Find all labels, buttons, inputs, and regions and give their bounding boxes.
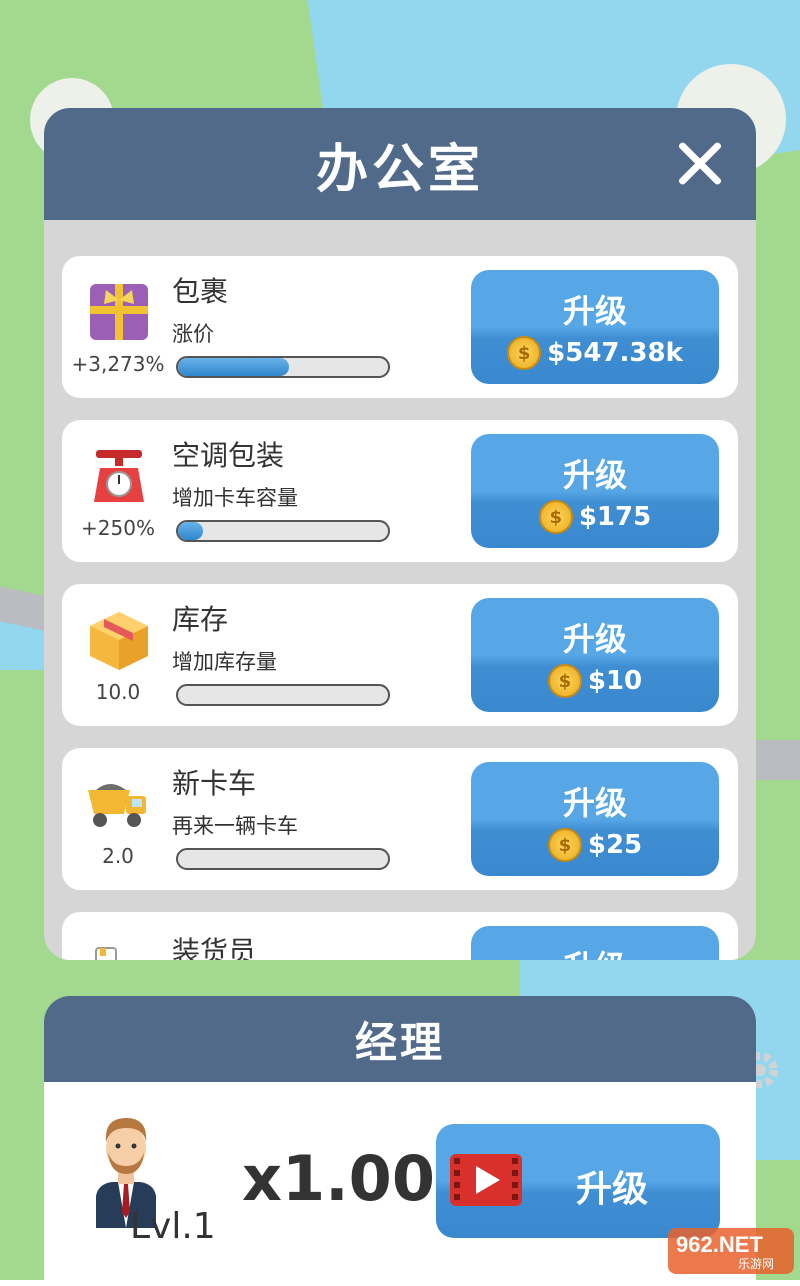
item-subtitle: 再来一辆卡车 [172, 814, 298, 838]
price-value: $25 [587, 830, 643, 860]
item-stat: +250% [81, 516, 155, 540]
item-title: 空调包装 [172, 439, 285, 472]
coin-icon: $ [507, 336, 542, 370]
item-stat: 10.0 [95, 680, 141, 704]
progress-bar [176, 520, 390, 542]
coin-icon: $ [538, 500, 573, 534]
scale-icon [86, 442, 152, 508]
upgrade-button[interactable]: 升级 $ $25 [471, 762, 719, 876]
watermark-text: 962.NET [676, 1232, 763, 1257]
upgrade-button[interactable]: 升级 $ $10 [471, 598, 719, 712]
manager-level: Lvl.1 [130, 1206, 216, 1247]
price: $ $25 [471, 828, 719, 862]
price: $ $547.38k [471, 336, 719, 370]
cardboard-box-icon [86, 606, 152, 672]
loader-icon [86, 942, 152, 960]
manager-panel: 经理 Lvl.1 x1.00 升级 [44, 996, 756, 1286]
office-panel: 办公室 +3,273% 包裹 涨价 升级 $ $547.38k +250% 空调… [44, 108, 756, 960]
upgrade-button[interactable]: 升级 [471, 926, 719, 960]
price-value: $10 [587, 666, 643, 696]
progress-bar [176, 848, 390, 870]
upgrade-card-loader: 装货员 升级 [62, 912, 738, 960]
manager-multiplier: x1.00 [242, 1142, 435, 1215]
gift-box-icon [86, 278, 152, 344]
progress-bar [176, 684, 390, 706]
upgrade-card-truck: 2.0 新卡车 再来一辆卡车 升级 $ $25 [62, 748, 738, 890]
watermark-sub-text: 乐游网 [738, 1257, 774, 1271]
item-title: 库存 [172, 603, 229, 636]
item-stat: +3,273% [71, 352, 165, 376]
watermark-logo: 962.NET 乐游网 [668, 1228, 794, 1274]
watch-ad-upgrade-label: 升级 [576, 1169, 649, 1210]
upgrade-button-label: 升级 [562, 456, 627, 494]
office-header: 办公室 [44, 108, 756, 220]
upgrade-button-label: 升级 [562, 784, 627, 822]
manager-title: 经理 [354, 1017, 445, 1067]
progress-bar [176, 356, 390, 378]
manager-header: 经理 [44, 996, 756, 1082]
watch-ad-upgrade-button[interactable]: 升级 [436, 1124, 720, 1238]
item-subtitle: 涨价 [172, 322, 214, 346]
upgrade-list[interactable]: +3,273% 包裹 涨价 升级 $ $547.38k +250% 空调包装 增… [62, 256, 738, 960]
progress-fill [178, 522, 204, 540]
upgrade-button-label: 升级 [471, 942, 719, 960]
price-value: $547.38k [547, 338, 683, 368]
close-icon[interactable] [674, 138, 726, 190]
office-title: 办公室 [315, 139, 484, 200]
item-stat: 2.0 [102, 844, 134, 868]
item-title: 装货员 [172, 935, 257, 960]
price: $ $10 [471, 664, 719, 698]
upgrade-card-packing: +250% 空调包装 增加卡车容量 升级 $ $175 [62, 420, 738, 562]
upgrade-button-label: 升级 [562, 292, 627, 330]
item-title: 新卡车 [172, 767, 257, 800]
progress-fill [178, 358, 290, 376]
upgrade-card-storage: 10.0 库存 增加库存量 升级 $ $10 [62, 584, 738, 726]
upgrade-button[interactable]: 升级 $ $547.38k [471, 270, 719, 384]
coin-icon: $ [547, 828, 582, 862]
upgrade-button-label: 升级 [562, 620, 627, 658]
price-value: $175 [578, 502, 652, 532]
coin-icon: $ [547, 664, 582, 698]
item-subtitle: 增加卡车容量 [172, 486, 298, 510]
dump-truck-icon [86, 770, 152, 836]
video-play-icon [450, 1154, 522, 1206]
upgrade-card-parcel: +3,273% 包裹 涨价 升级 $ $547.38k [62, 256, 738, 398]
price: $ $175 [471, 500, 719, 534]
item-title: 包裹 [172, 275, 229, 308]
upgrade-button[interactable]: 升级 $ $175 [471, 434, 719, 548]
item-subtitle: 增加库存量 [172, 650, 277, 674]
